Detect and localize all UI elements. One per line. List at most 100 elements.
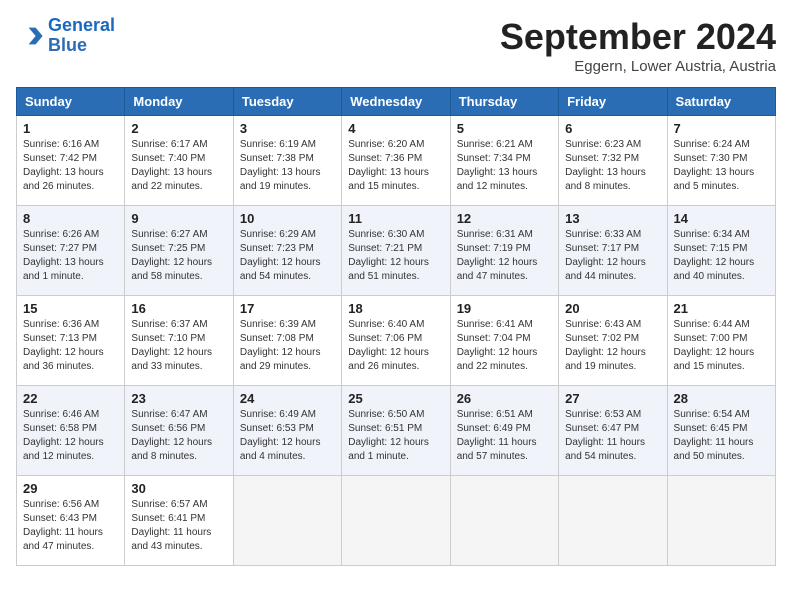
day-info: Sunrise: 6:19 AMSunset: 7:38 PMDaylight:… <box>240 139 321 192</box>
weekday-header-monday: Monday <box>125 88 233 116</box>
day-number: 26 <box>457 391 552 406</box>
weekday-header-saturday: Saturday <box>667 88 775 116</box>
day-info: Sunrise: 6:57 AMSunset: 6:41 PMDaylight:… <box>131 499 211 552</box>
day-number: 5 <box>457 121 552 136</box>
day-number: 20 <box>565 301 660 316</box>
calendar-day-22: 22Sunrise: 6:46 AMSunset: 6:58 PMDayligh… <box>17 386 125 476</box>
calendar-week-row-1: 1 Sunrise: 6:16 AMSunset: 7:42 PMDaylight… <box>17 116 776 206</box>
calendar-day-2: 2Sunrise: 6:17 AMSunset: 7:40 PMDaylight… <box>125 116 233 206</box>
day-number: 8 <box>23 211 118 226</box>
day-info: Sunrise: 6:54 AMSunset: 6:45 PMDaylight:… <box>674 409 754 462</box>
weekday-header-sunday: Sunday <box>17 88 125 116</box>
day-info: Sunrise: 6:46 AMSunset: 6:58 PMDaylight:… <box>23 409 104 462</box>
day-number: 11 <box>348 211 443 226</box>
weekday-header-wednesday: Wednesday <box>342 88 450 116</box>
day-info: Sunrise: 6:34 AMSunset: 7:15 PMDaylight:… <box>674 229 755 282</box>
day-number: 7 <box>674 121 769 136</box>
day-info: Sunrise: 6:41 AMSunset: 7:04 PMDaylight:… <box>457 319 538 372</box>
logo-text: General Blue <box>48 16 115 56</box>
calendar-day-27: 27 Sunrise: 6:53 AMSunset: 6:47 PMDayligh… <box>559 386 667 476</box>
calendar-day-17: 17Sunrise: 6:39 AMSunset: 7:08 PMDayligh… <box>233 296 341 386</box>
day-info: Sunrise: 6:53 AMSunset: 6:47 PMDaylight:… <box>565 409 645 462</box>
calendar-day-15: 15Sunrise: 6:36 AMSunset: 7:13 PMDayligh… <box>17 296 125 386</box>
day-number: 2 <box>131 121 226 136</box>
calendar-day-16: 16 Sunrise: 6:37 AMSunset: 7:10 PMDayligh… <box>125 296 233 386</box>
day-number: 13 <box>565 211 660 226</box>
day-info: Sunrise: 6:20 AMSunset: 7:36 PMDaylight:… <box>348 139 429 192</box>
calendar-day-13: 13 Sunrise: 6:33 AMSunset: 7:17 PMDayligh… <box>559 206 667 296</box>
calendar-day-30: 30 Sunrise: 6:57 AMSunset: 6:41 PMDayligh… <box>125 476 233 566</box>
day-info: Sunrise: 6:30 AMSunset: 7:21 PMDaylight:… <box>348 229 429 282</box>
logo-general: General <box>48 15 115 35</box>
calendar-day-18: 18 Sunrise: 6:40 AMSunset: 7:06 PMDayligh… <box>342 296 450 386</box>
calendar-day-9: 9Sunrise: 6:27 AMSunset: 7:25 PMDaylight… <box>125 206 233 296</box>
day-number: 9 <box>131 211 226 226</box>
weekday-header-tuesday: Tuesday <box>233 88 341 116</box>
calendar-day-20: 20 Sunrise: 6:43 AMSunset: 7:02 PMDayligh… <box>559 296 667 386</box>
calendar-day-empty <box>233 476 341 566</box>
calendar-day-8: 8 Sunrise: 6:26 AMSunset: 7:27 PMDaylight… <box>17 206 125 296</box>
calendar-day-4: 4Sunrise: 6:20 AMSunset: 7:36 PMDaylight… <box>342 116 450 206</box>
day-number: 16 <box>131 301 226 316</box>
day-info: Sunrise: 6:36 AMSunset: 7:13 PMDaylight:… <box>23 319 104 372</box>
calendar-week-row-4: 22Sunrise: 6:46 AMSunset: 6:58 PMDayligh… <box>17 386 776 476</box>
day-info: Sunrise: 6:43 AMSunset: 7:02 PMDaylight:… <box>565 319 646 372</box>
day-number: 6 <box>565 121 660 136</box>
weekday-header-friday: Friday <box>559 88 667 116</box>
calendar-day-12: 12 Sunrise: 6:31 AMSunset: 7:19 PMDayligh… <box>450 206 558 296</box>
day-number: 25 <box>348 391 443 406</box>
calendar-day-10: 10 Sunrise: 6:29 AMSunset: 7:23 PMDayligh… <box>233 206 341 296</box>
calendar-week-row-5: 29Sunrise: 6:56 AMSunset: 6:43 PMDayligh… <box>17 476 776 566</box>
day-info: Sunrise: 6:29 AMSunset: 7:23 PMDaylight:… <box>240 229 321 282</box>
calendar-day-3: 3 Sunrise: 6:19 AMSunset: 7:38 PMDaylight… <box>233 116 341 206</box>
calendar-day-24: 24Sunrise: 6:49 AMSunset: 6:53 PMDayligh… <box>233 386 341 476</box>
day-info: Sunrise: 6:31 AMSunset: 7:19 PMDaylight:… <box>457 229 538 282</box>
calendar-day-21: 21Sunrise: 6:44 AMSunset: 7:00 PMDayligh… <box>667 296 775 386</box>
day-number: 10 <box>240 211 335 226</box>
calendar-day-5: 5 Sunrise: 6:21 AMSunset: 7:34 PMDaylight… <box>450 116 558 206</box>
day-info: Sunrise: 6:50 AMSunset: 6:51 PMDaylight:… <box>348 409 429 462</box>
calendar-day-empty <box>342 476 450 566</box>
calendar-header-row: SundayMondayTuesdayWednesdayThursdayFrid… <box>17 88 776 116</box>
calendar-day-empty <box>667 476 775 566</box>
day-number: 27 <box>565 391 660 406</box>
day-number: 3 <box>240 121 335 136</box>
calendar-day-11: 11 Sunrise: 6:30 AMSunset: 7:21 PMDayligh… <box>342 206 450 296</box>
logo: General Blue <box>16 16 115 56</box>
day-info: Sunrise: 6:26 AMSunset: 7:27 PMDaylight:… <box>23 229 104 282</box>
logo-icon <box>16 22 44 50</box>
day-info: Sunrise: 6:16 AMSunset: 7:42 PMDaylight:… <box>23 139 104 192</box>
day-number: 18 <box>348 301 443 316</box>
day-info: Sunrise: 6:37 AMSunset: 7:10 PMDaylight:… <box>131 319 212 372</box>
calendar-day-6: 6 Sunrise: 6:23 AMSunset: 7:32 PMDaylight… <box>559 116 667 206</box>
day-info: Sunrise: 6:23 AMSunset: 7:32 PMDaylight:… <box>565 139 646 192</box>
day-number: 1 <box>23 121 118 136</box>
location: Eggern, Lower Austria, Austria <box>500 58 776 75</box>
calendar-day-26: 26Sunrise: 6:51 AMSunset: 6:49 PMDayligh… <box>450 386 558 476</box>
calendar-day-29: 29Sunrise: 6:56 AMSunset: 6:43 PMDayligh… <box>17 476 125 566</box>
day-info: Sunrise: 6:49 AMSunset: 6:53 PMDaylight:… <box>240 409 321 462</box>
calendar-week-row-3: 15Sunrise: 6:36 AMSunset: 7:13 PMDayligh… <box>17 296 776 386</box>
day-number: 12 <box>457 211 552 226</box>
day-number: 28 <box>674 391 769 406</box>
calendar-day-empty <box>450 476 558 566</box>
day-info: Sunrise: 6:40 AMSunset: 7:06 PMDaylight:… <box>348 319 429 372</box>
day-info: Sunrise: 6:21 AMSunset: 7:34 PMDaylight:… <box>457 139 538 192</box>
calendar-day-28: 28 Sunrise: 6:54 AMSunset: 6:45 PMDayligh… <box>667 386 775 476</box>
calendar-day-25: 25 Sunrise: 6:50 AMSunset: 6:51 PMDayligh… <box>342 386 450 476</box>
calendar-day-empty <box>559 476 667 566</box>
day-info: Sunrise: 6:33 AMSunset: 7:17 PMDaylight:… <box>565 229 646 282</box>
page-header: General Blue September 2024 Eggern, Lowe… <box>16 16 776 75</box>
calendar-day-19: 19Sunrise: 6:41 AMSunset: 7:04 PMDayligh… <box>450 296 558 386</box>
calendar-week-row-2: 8 Sunrise: 6:26 AMSunset: 7:27 PMDaylight… <box>17 206 776 296</box>
calendar-table: SundayMondayTuesdayWednesdayThursdayFrid… <box>16 87 776 566</box>
day-info: Sunrise: 6:47 AMSunset: 6:56 PMDaylight:… <box>131 409 212 462</box>
title-block: September 2024 Eggern, Lower Austria, Au… <box>500 16 776 75</box>
calendar-day-14: 14Sunrise: 6:34 AMSunset: 7:15 PMDayligh… <box>667 206 775 296</box>
day-number: 17 <box>240 301 335 316</box>
day-info: Sunrise: 6:44 AMSunset: 7:00 PMDaylight:… <box>674 319 755 372</box>
calendar-day-7: 7Sunrise: 6:24 AMSunset: 7:30 PMDaylight… <box>667 116 775 206</box>
month-title: September 2024 <box>500 16 776 58</box>
day-number: 30 <box>131 481 226 496</box>
logo-blue: Blue <box>48 36 115 56</box>
